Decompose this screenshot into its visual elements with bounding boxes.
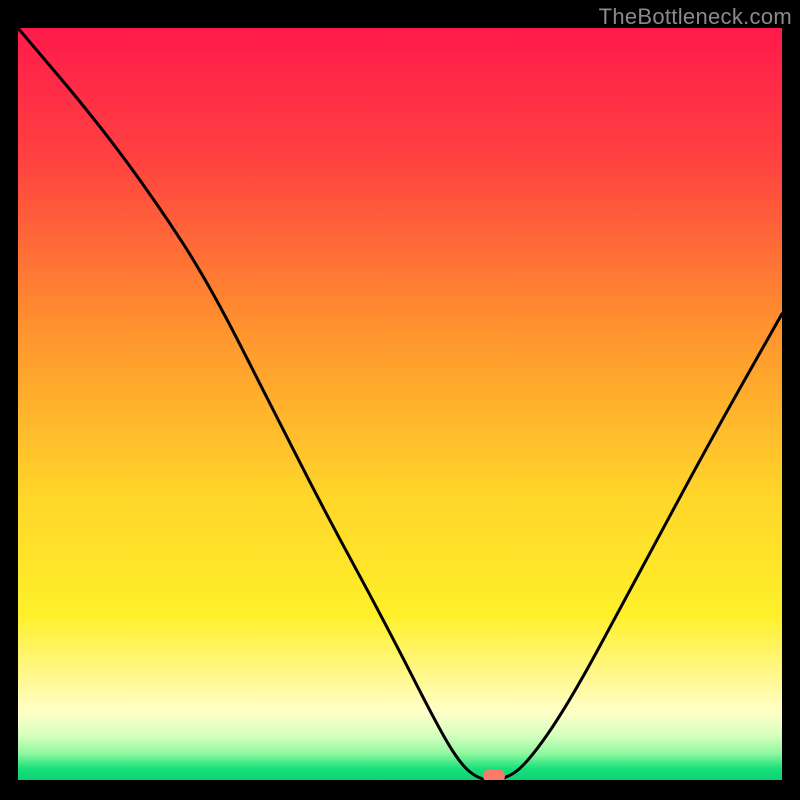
chart-plot-area (18, 28, 782, 780)
bottleneck-curve (18, 28, 782, 780)
optimal-point-marker (483, 770, 505, 780)
watermark-text: TheBottleneck.com (599, 4, 792, 30)
